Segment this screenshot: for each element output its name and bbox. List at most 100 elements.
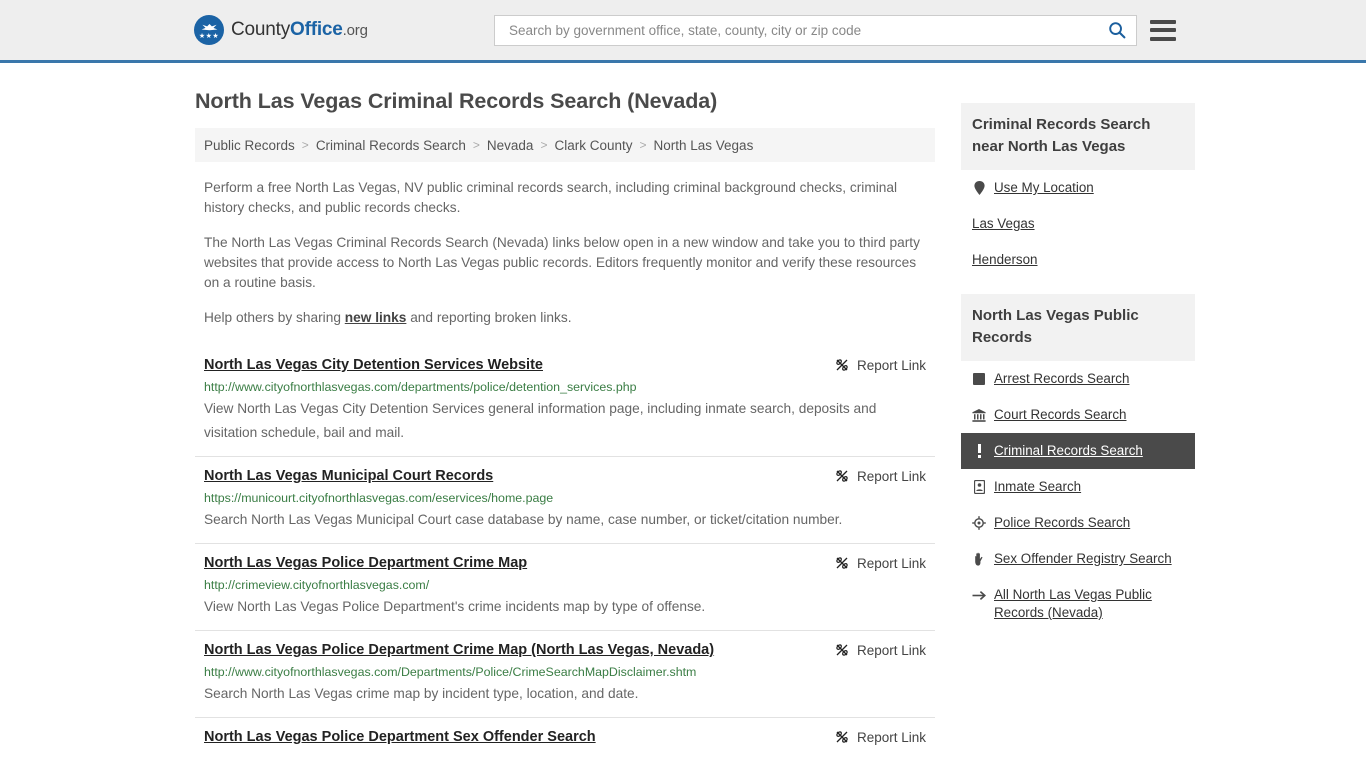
broken-link-icon <box>836 359 848 371</box>
stars-glyph-icon: ★★★ <box>198 32 220 40</box>
breadcrumb-item-clark-county[interactable]: Clark County <box>554 138 632 153</box>
sidebar-list-nearby: Use My Location Las Vegas Henderson <box>961 170 1195 278</box>
sidebar-item-police-records-search[interactable]: Police Records Search <box>961 505 1195 541</box>
logo-text-office: Office <box>290 19 343 40</box>
search-input[interactable] <box>507 21 1106 39</box>
breadcrumb-item-nevada[interactable]: Nevada <box>487 138 534 153</box>
report-link-label: Report Link <box>856 357 926 373</box>
result-title-link[interactable]: North Las Vegas Police Department Crime … <box>204 554 527 573</box>
courthouse-icon <box>972 407 986 423</box>
breadcrumb-item-criminal-records-search[interactable]: Criminal Records Search <box>316 138 466 153</box>
result-header: North Las Vegas Police Department Crime … <box>204 554 926 573</box>
sidebar-item-arrest-records-search[interactable]: Arrest Records Search <box>961 361 1195 397</box>
hand-icon <box>972 551 986 567</box>
hamburger-menu-icon[interactable] <box>1150 19 1176 41</box>
result-url[interactable]: http://www.cityofnorthlasvegas.com/Depar… <box>204 664 926 680</box>
site-header: ★★★ CountyOffice.org <box>0 0 1366 63</box>
hamburger-bar <box>1150 28 1176 32</box>
report-link-button[interactable]: Report Link <box>834 555 926 571</box>
sidebar-item-use-my-location[interactable]: Use My Location <box>961 170 1195 206</box>
broken-link-icon <box>836 557 848 569</box>
breadcrumb-item-north-las-vegas[interactable]: North Las Vegas <box>654 138 754 153</box>
result-header: North Las Vegas Municipal Court Records … <box>204 467 926 486</box>
hamburger-bar <box>1150 36 1176 41</box>
report-link-label: Report Link <box>856 468 926 484</box>
sidebar-link-label[interactable]: Inmate Search <box>994 478 1081 496</box>
sidebar-link-label[interactable]: Las Vegas <box>972 215 1035 233</box>
result-description: Search North Las Vegas Municipal Court c… <box>204 512 843 527</box>
broken-link-icon <box>836 731 848 743</box>
site-logo[interactable]: ★★★ CountyOffice.org <box>194 15 368 45</box>
search-container <box>494 14 1137 46</box>
report-link-button[interactable]: Report Link <box>834 729 926 745</box>
breadcrumb-item-public-records[interactable]: Public Records <box>204 138 295 153</box>
result-title-link[interactable]: North Las Vegas Municipal Court Records <box>204 467 493 486</box>
search-button[interactable] <box>1106 19 1128 41</box>
result-title-link[interactable]: North Las Vegas Police Department Sex Of… <box>204 728 596 747</box>
search-icon <box>1109 22 1126 39</box>
sidebar-item-inmate-search[interactable]: Inmate Search <box>961 469 1195 505</box>
sidebar-item-las-vegas[interactable]: Las Vegas <box>961 206 1195 242</box>
search-box[interactable] <box>494 14 1137 46</box>
share-suffix: and reporting broken links. <box>406 310 572 325</box>
result-item: North Las Vegas Municipal Court Records … <box>195 456 935 543</box>
broken-link-icon <box>836 470 848 482</box>
hamburger-bar <box>1150 19 1176 24</box>
result-item: North Las Vegas Police Department Crime … <box>195 543 935 630</box>
sidebar-link-label[interactable]: Sex Offender Registry Search <box>994 550 1172 568</box>
result-url[interactable]: http://crimeview.cityofnorthlasvegas.com… <box>204 577 926 593</box>
result-item: North Las Vegas City Detention Services … <box>195 346 935 456</box>
result-url[interactable]: https://municourt.cityofnorthlasvegas.co… <box>204 490 926 506</box>
result-header: North Las Vegas City Detention Services … <box>204 356 926 375</box>
intro-section: Perform a free North Las Vegas, NV publi… <box>195 178 935 328</box>
sidebar-link-label[interactable]: Use My Location <box>994 179 1094 197</box>
eagle-glyph-icon <box>201 23 217 30</box>
report-link-button[interactable]: Report Link <box>834 642 926 658</box>
sidebar-card-public-records: North Las Vegas Public Records Arrest Re… <box>961 294 1195 631</box>
result-item: North Las Vegas Police Department Crime … <box>195 630 935 717</box>
exclamation-icon <box>972 443 986 459</box>
sidebar-item-henderson[interactable]: Henderson <box>961 242 1195 278</box>
result-url[interactable]: http://www.cityofnorthlasvegas.com/depar… <box>204 379 926 395</box>
sidebar-link-label[interactable]: Henderson <box>972 251 1038 269</box>
police-badge-icon <box>972 515 986 531</box>
arrow-right-icon <box>972 587 986 603</box>
eagle-badge-icon: ★★★ <box>194 15 224 45</box>
result-item: North Las Vegas Police Department Sex Of… <box>195 717 935 758</box>
new-links-link[interactable]: new links <box>345 310 407 325</box>
sidebar-item-criminal-records-search[interactable]: Criminal Records Search <box>961 433 1195 469</box>
report-link-label: Report Link <box>856 642 926 658</box>
sidebar-item-sex-offender-registry-search[interactable]: Sex Offender Registry Search <box>961 541 1195 577</box>
result-header: North Las Vegas Police Department Sex Of… <box>204 728 926 747</box>
sidebar-link-label[interactable]: Criminal Records Search <box>994 442 1143 460</box>
report-link-label: Report Link <box>856 555 926 571</box>
sidebar-heading-nearby: Criminal Records Search near North Las V… <box>961 103 1195 170</box>
sidebar-link-label[interactable]: Court Records Search <box>994 406 1126 424</box>
breadcrumb-separator-icon: > <box>472 138 480 152</box>
result-header: North Las Vegas Police Department Crime … <box>204 641 926 660</box>
logo-text-org: .org <box>342 22 368 39</box>
share-paragraph: Help others by sharing new links and rep… <box>195 308 935 328</box>
breadcrumb-separator-icon: > <box>639 138 647 152</box>
sidebar-card-nearby: Criminal Records Search near North Las V… <box>961 103 1195 278</box>
sidebar-list-public-records: Arrest Records Search Court Records Sear… <box>961 361 1195 631</box>
sidebar-link-label[interactable]: Police Records Search <box>994 514 1130 532</box>
content-container: North Las Vegas Criminal Records Search … <box>195 63 1195 758</box>
result-title-link[interactable]: North Las Vegas Police Department Crime … <box>204 641 714 660</box>
report-link-button[interactable]: Report Link <box>834 357 926 373</box>
sidebar-item-court-records-search[interactable]: Court Records Search <box>961 397 1195 433</box>
logo-text-county: County <box>231 19 291 40</box>
broken-link-icon <box>836 644 848 656</box>
main-column: North Las Vegas Criminal Records Search … <box>195 63 935 758</box>
sidebar-link-label[interactable]: All North Las Vegas Public Records (Neva… <box>994 586 1185 622</box>
sidebar-link-label[interactable]: Arrest Records Search <box>994 370 1129 388</box>
result-title-link[interactable]: North Las Vegas City Detention Services … <box>204 356 543 375</box>
sidebar-item-all-public-records[interactable]: All North Las Vegas Public Records (Neva… <box>961 577 1195 631</box>
map-pin-icon <box>972 180 986 196</box>
breadcrumb-separator-icon: > <box>540 138 548 152</box>
id-card-icon <box>972 479 986 495</box>
breadcrumb-separator-icon: > <box>301 138 309 152</box>
report-link-button[interactable]: Report Link <box>834 468 926 484</box>
result-description: Search North Las Vegas crime map by inci… <box>204 686 639 701</box>
square-icon <box>972 371 986 387</box>
